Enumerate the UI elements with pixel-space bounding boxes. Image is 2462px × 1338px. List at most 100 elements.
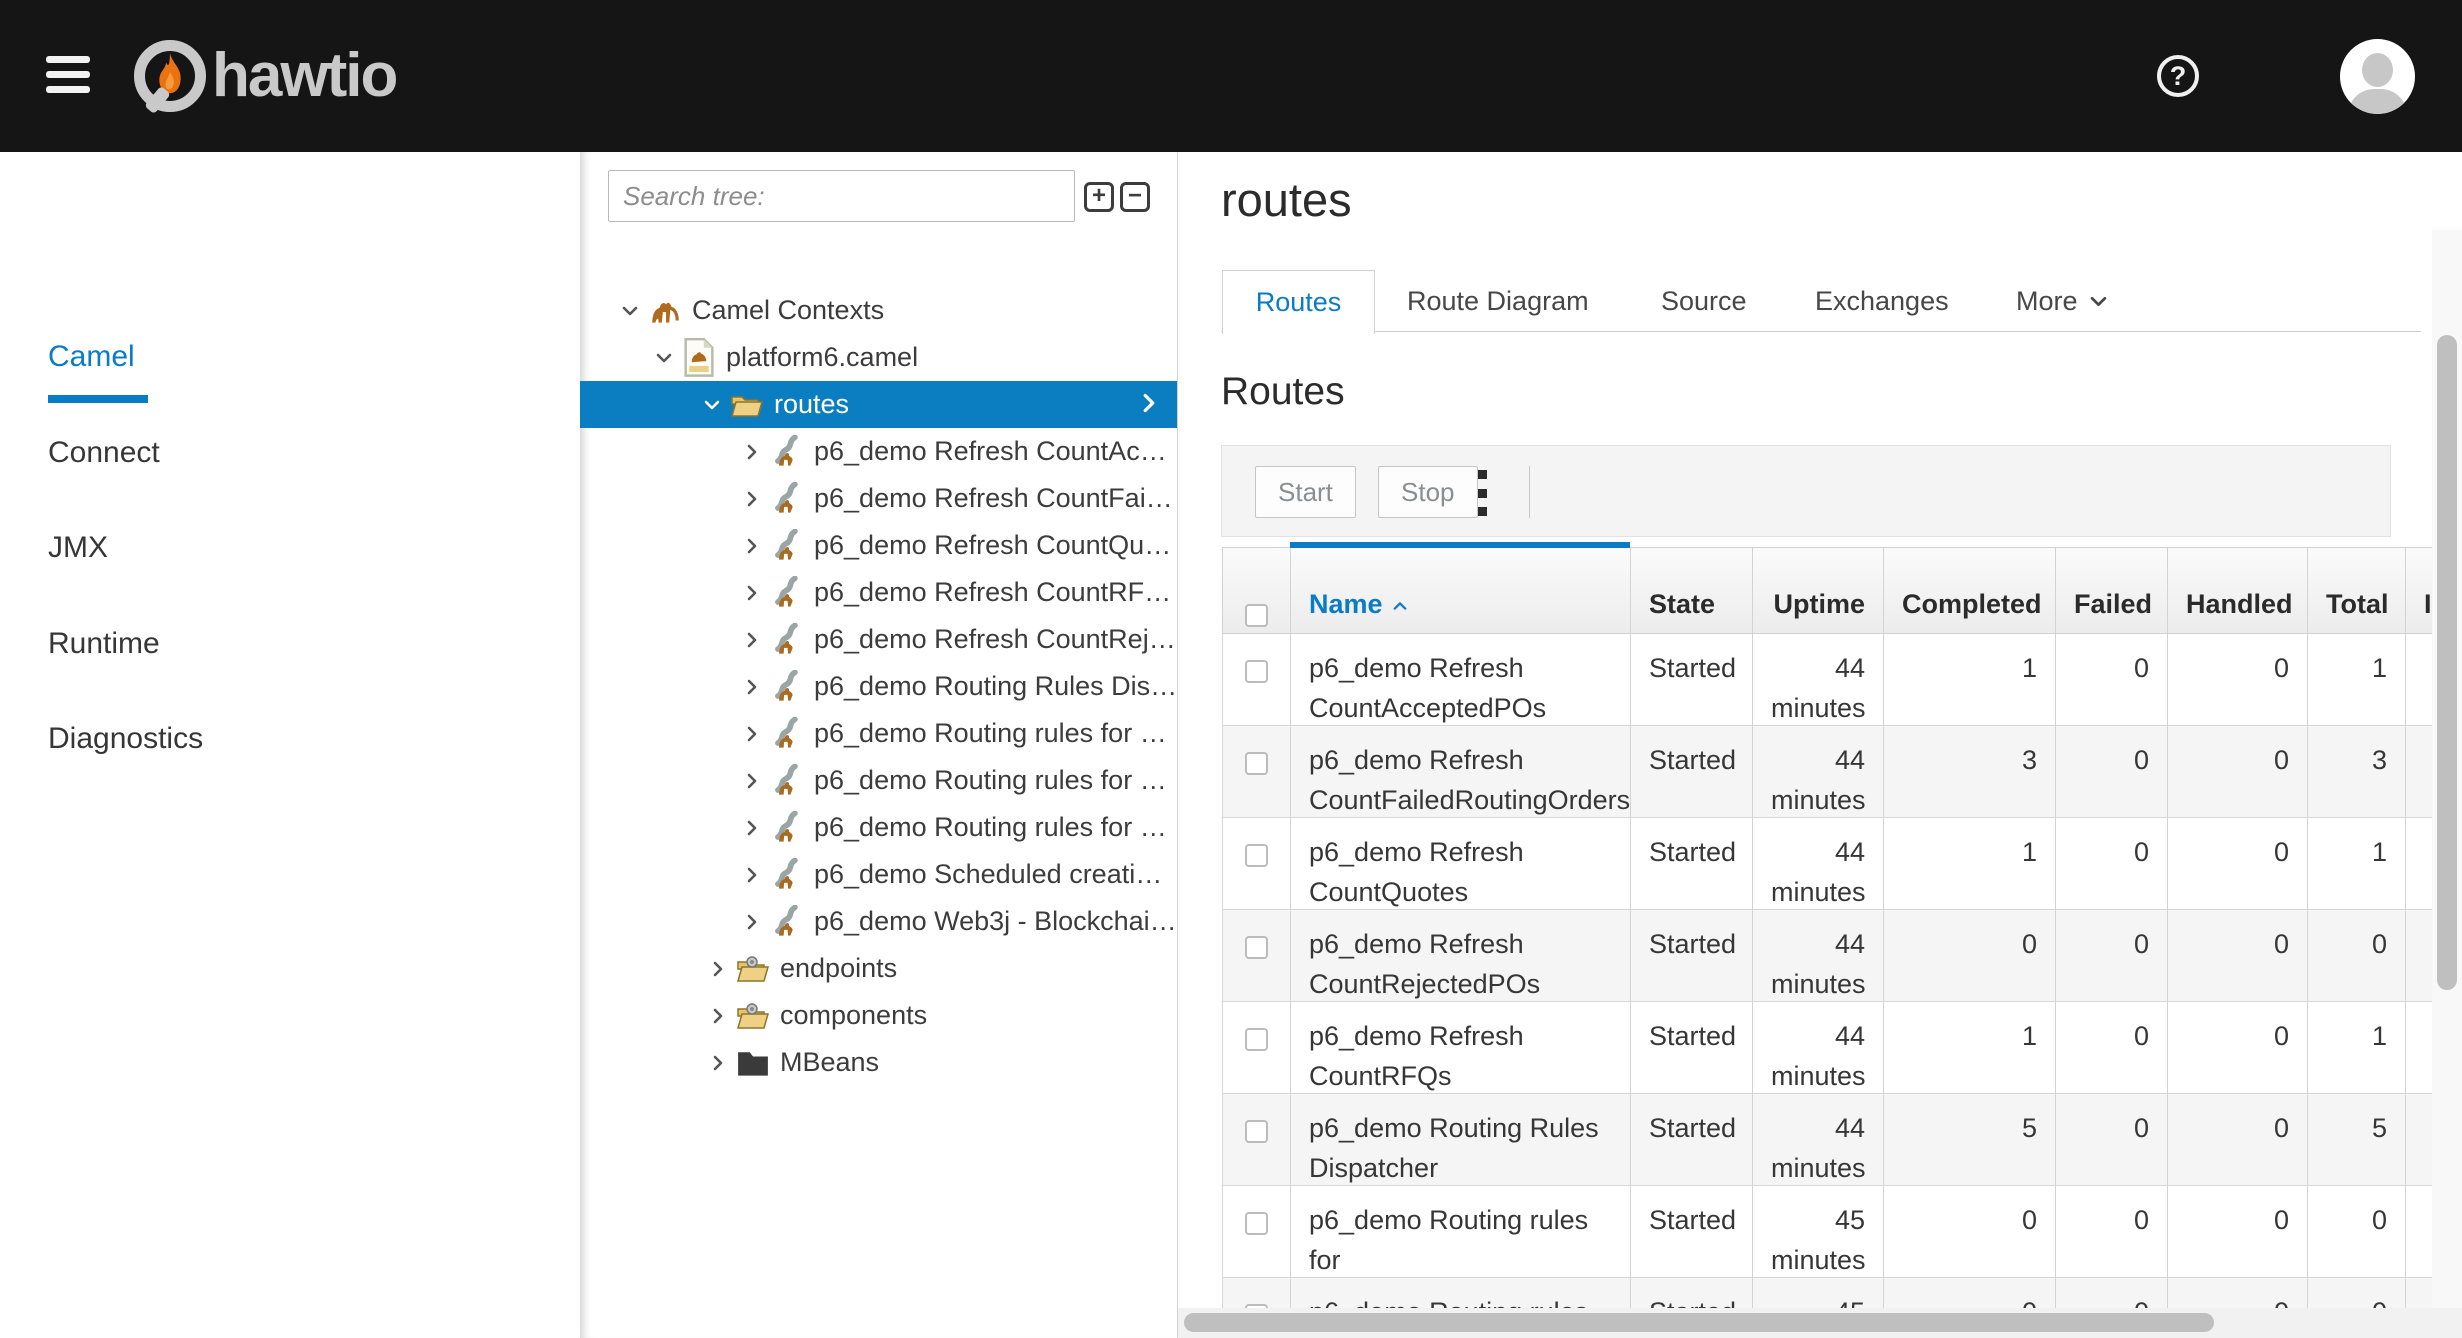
tree-node-p6-demo-routing-rules-for-[interactable]: p6_demo Routing rules for …	[580, 804, 1177, 851]
column-header-i[interactable]: I	[2406, 548, 2433, 633]
tree-node-platform6-camel[interactable]: platform6.camel	[580, 334, 1177, 381]
table-row[interactable]: p6_demo RefreshCountRejectedPOsStarted44…	[1222, 910, 2433, 1002]
column-header-name[interactable]: Name	[1291, 548, 1631, 633]
row-checkbox[interactable]	[1223, 634, 1291, 725]
tree-node-p6-demo-refresh-countrej-[interactable]: p6_demo Refresh CountRej…	[580, 616, 1177, 663]
column-header-handled[interactable]: Handled	[2168, 548, 2308, 633]
column-header-completed[interactable]: Completed	[1884, 548, 2056, 633]
expand-all-button[interactable]: +	[1084, 182, 1114, 212]
table-row[interactable]: p6_demo Routing rules forPurchase Orders…	[1222, 1186, 2433, 1278]
tree-search-input[interactable]	[608, 170, 1075, 222]
tree-caret-right-icon[interactable]	[708, 1008, 728, 1024]
table-body: p6_demo RefreshCountAcceptedPOsStarted44…	[1222, 634, 2433, 1310]
tree-caret-right-icon[interactable]	[742, 585, 762, 601]
folder-dark-icon	[736, 1047, 770, 1079]
row-checkbox[interactable]	[1223, 1186, 1291, 1277]
tree-caret-right-icon[interactable]	[742, 867, 762, 883]
table-row[interactable]: p6_demo RefreshCountQuotesStarted44minut…	[1222, 818, 2433, 910]
sidebar-item-connect[interactable]: Connect	[48, 436, 160, 470]
column-header-total[interactable]: Total	[2308, 548, 2406, 633]
tree-node-p6-demo-routing-rules-for-[interactable]: p6_demo Routing rules for …	[580, 757, 1177, 804]
row-checkbox[interactable]	[1223, 818, 1291, 909]
tree-node-mbeans[interactable]: MBeans	[580, 1039, 1177, 1086]
tree-caret-down-icon[interactable]	[702, 397, 722, 413]
tree-node-p6-demo-refresh-countqu-[interactable]: p6_demo Refresh CountQu…	[580, 522, 1177, 569]
sidebar-item-diagnostics[interactable]: Diagnostics	[48, 722, 203, 756]
tree-node-endpoints[interactable]: endpoints	[580, 945, 1177, 992]
cell-total: 0	[2308, 1186, 2406, 1277]
cell-total: 1	[2308, 634, 2406, 725]
tree-caret-right-icon[interactable]	[742, 820, 762, 836]
vertical-scrollbar-thumb[interactable]	[2437, 335, 2457, 990]
start-button[interactable]: Start	[1255, 466, 1356, 518]
tree-caret-right-icon[interactable]	[742, 773, 762, 789]
sidebar-item-runtime[interactable]: Runtime	[48, 627, 160, 661]
horizontal-scrollbar-thumb[interactable]	[1184, 1313, 2214, 1332]
tree-caret-right-icon[interactable]	[742, 491, 762, 507]
user-avatar[interactable]	[2340, 39, 2415, 114]
node-drilldown-chevron-icon[interactable]	[1139, 389, 1159, 420]
row-checkbox[interactable]	[1223, 1278, 1291, 1310]
table-row[interactable]: p6_demo Routing rules forStarted450000	[1222, 1278, 2433, 1310]
tab-route-diagram[interactable]: Route Diagram	[1407, 270, 1589, 332]
collapse-all-button[interactable]: −	[1120, 182, 1150, 212]
column-header-uptime[interactable]: Uptime	[1753, 548, 1884, 633]
tree-list: Camel Contextsplatform6.camelroutes p6_de…	[580, 287, 1177, 1086]
camel-icon	[648, 295, 682, 327]
tree-caret-down-icon[interactable]	[654, 350, 674, 366]
routes-table: Name StateUptimeCompletedFailedHandledTo…	[1222, 542, 2433, 1310]
tree-node-p6-demo-scheduled-creati-[interactable]: p6_demo Scheduled creati…	[580, 851, 1177, 898]
sidebar-item-jmx[interactable]: JMX	[48, 531, 108, 565]
tab-exchanges[interactable]: Exchanges	[1815, 270, 1949, 332]
row-checkbox[interactable]	[1223, 1002, 1291, 1093]
column-header-state[interactable]: State	[1631, 548, 1753, 633]
tree-node-p6-demo-web3j-blockchai-[interactable]: p6_demo Web3j - Blockchai…	[580, 898, 1177, 945]
tree-node-camel-contexts[interactable]: Camel Contexts	[580, 287, 1177, 334]
tree-node-components[interactable]: components	[580, 992, 1177, 1039]
tree-caret-right-icon[interactable]	[708, 1055, 728, 1071]
row-checkbox[interactable]	[1223, 1094, 1291, 1185]
tab-more[interactable]: More	[2016, 270, 2107, 332]
tree-caret-right-icon[interactable]	[742, 914, 762, 930]
tree-node-routes[interactable]: routes	[580, 381, 1177, 428]
tree-node-p6-demo-refresh-countrf-[interactable]: p6_demo Refresh CountRF…	[580, 569, 1177, 616]
stop-button[interactable]: Stop	[1378, 466, 1478, 518]
sidebar-item-camel[interactable]: Camel	[48, 340, 135, 374]
tree-node-label: p6_demo Refresh CountAc…	[814, 436, 1167, 467]
tab-label: More	[2016, 286, 2078, 317]
tree-caret-down-icon[interactable]	[620, 303, 640, 319]
help-icon[interactable]: ?	[2157, 55, 2199, 97]
route-icon	[770, 906, 804, 938]
tree-caret-right-icon[interactable]	[708, 961, 728, 977]
cell-failed: 0	[2056, 726, 2168, 817]
table-row[interactable]: p6_demo RefreshCountFailedRoutingOrdersS…	[1222, 726, 2433, 818]
cell-name: p6_demo RefreshCountFailedRoutingOrders	[1291, 726, 1631, 817]
tree-node-p6-demo-routing-rules-dis-[interactable]: p6_demo Routing Rules Dis…	[580, 663, 1177, 710]
tree-caret-right-icon[interactable]	[742, 444, 762, 460]
row-checkbox[interactable]	[1223, 910, 1291, 1001]
table-row[interactable]: p6_demo RefreshCountAcceptedPOsStarted44…	[1222, 634, 2433, 726]
cell-partial	[2406, 818, 2433, 909]
table-row[interactable]: p6_demo Routing RulesDispatcherStarted44…	[1222, 1094, 2433, 1186]
route-icon	[770, 671, 804, 703]
tab-source[interactable]: Source	[1661, 270, 1747, 332]
kebab-menu-icon[interactable]	[1478, 470, 1494, 516]
select-all-checkbox[interactable]	[1223, 548, 1291, 633]
hamburger-menu-icon[interactable]	[46, 56, 90, 96]
cell-partial	[2406, 1278, 2433, 1310]
tree-node-label: p6_demo Routing rules for …	[814, 812, 1167, 843]
tree-caret-right-icon[interactable]	[742, 632, 762, 648]
tree-node-p6-demo-refresh-countac-[interactable]: p6_demo Refresh CountAc…	[580, 428, 1177, 475]
tab-routes[interactable]: Routes	[1222, 270, 1375, 334]
tree-node-p6-demo-routing-rules-for-[interactable]: p6_demo Routing rules for …	[580, 710, 1177, 757]
cell-state: Started	[1631, 818, 1753, 909]
cell-failed: 0	[2056, 1002, 2168, 1093]
row-checkbox[interactable]	[1223, 726, 1291, 817]
tree-node-p6-demo-refresh-countfai-[interactable]: p6_demo Refresh CountFai…	[580, 475, 1177, 522]
tree-caret-right-icon[interactable]	[742, 726, 762, 742]
cell-total: 0	[2308, 910, 2406, 1001]
table-row[interactable]: p6_demo RefreshCountRFQsStarted44minutes…	[1222, 1002, 2433, 1094]
column-header-failed[interactable]: Failed	[2056, 548, 2168, 633]
tree-caret-right-icon[interactable]	[742, 538, 762, 554]
tree-caret-right-icon[interactable]	[742, 679, 762, 695]
